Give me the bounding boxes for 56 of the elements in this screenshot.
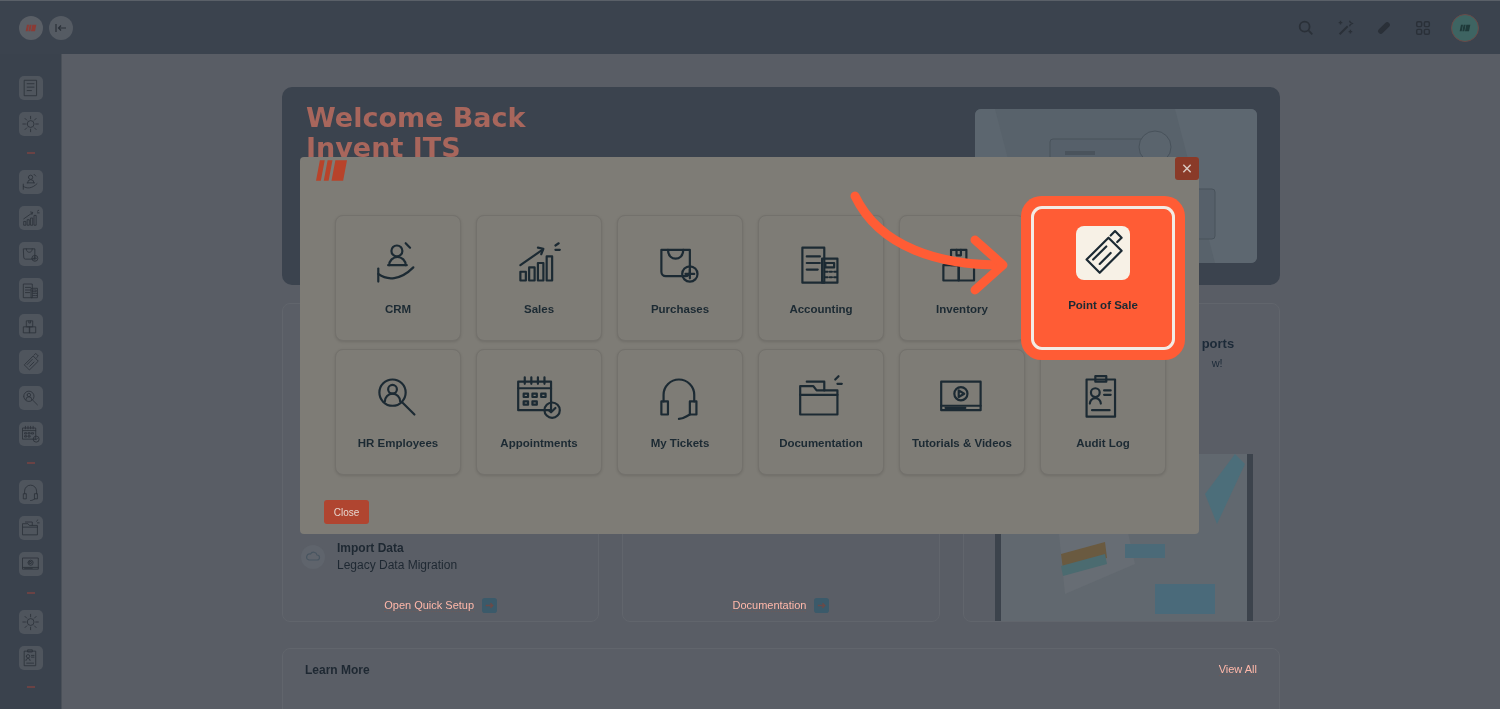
gear-icon bbox=[21, 115, 40, 133]
calculator-icon bbox=[21, 281, 40, 299]
user-avatar[interactable] bbox=[1451, 13, 1479, 42]
sidebar-button[interactable] bbox=[18, 386, 43, 410]
sidebar-button[interactable] bbox=[18, 76, 43, 100]
view-all-link[interactable]: View All bbox=[1218, 663, 1257, 676]
bag-plus-icon bbox=[21, 245, 40, 263]
logo-avatar[interactable] bbox=[19, 15, 43, 40]
sidebar-button[interactable] bbox=[18, 610, 43, 634]
calendar-icon bbox=[21, 425, 40, 443]
collapse-sidebar-button[interactable] bbox=[49, 15, 73, 40]
app-tile[interactable]: Sales bbox=[476, 215, 602, 341]
close-icon bbox=[1181, 163, 1193, 174]
app-tile[interactable]: My Tickets bbox=[617, 349, 743, 475]
calendar-icon bbox=[516, 374, 562, 420]
learn-more-title: Learn More bbox=[305, 663, 370, 677]
folder-icon bbox=[21, 519, 40, 537]
sidebar-button[interactable] bbox=[18, 480, 43, 504]
app-tile[interactable]: Accounting bbox=[758, 215, 884, 341]
setup-subtitle: Legacy Data Migration bbox=[337, 558, 458, 572]
person-search-icon bbox=[21, 389, 40, 407]
logo-icon bbox=[316, 157, 347, 183]
sidebar-button[interactable] bbox=[18, 242, 43, 266]
video-player-icon bbox=[21, 555, 40, 573]
welcome-title: Welcome Back bbox=[306, 103, 526, 133]
card-text: w! bbox=[1210, 357, 1224, 369]
bar-chart-icon bbox=[21, 209, 40, 227]
sidebar-button[interactable] bbox=[18, 278, 43, 302]
sidebar-button[interactable] bbox=[18, 646, 43, 670]
sidebar-button[interactable] bbox=[18, 206, 43, 230]
sidebar-button[interactable] bbox=[18, 170, 43, 194]
app-tile[interactable]: CRM bbox=[335, 215, 461, 341]
card-link[interactable]: Open Quick Setup bbox=[384, 599, 475, 612]
company-name: Invent ITS bbox=[306, 133, 462, 163]
headphones-icon bbox=[21, 483, 40, 501]
app-tile[interactable]: Documentation bbox=[758, 349, 884, 475]
sidebar-button[interactable] bbox=[18, 112, 43, 136]
app-tile[interactable]: Tutorials & Videos bbox=[899, 349, 1025, 475]
document-icon bbox=[21, 79, 40, 97]
person-hand-icon bbox=[21, 173, 40, 191]
app-tile[interactable]: Purchases bbox=[617, 215, 743, 341]
close-button[interactable] bbox=[1175, 157, 1199, 180]
card-terminal-icon bbox=[21, 353, 40, 371]
app-tile[interactable]: HR Employees bbox=[335, 349, 461, 475]
sidebar-button[interactable] bbox=[18, 422, 43, 446]
sidebar-button[interactable] bbox=[18, 552, 43, 576]
sidebar-button[interactable] bbox=[18, 516, 43, 540]
setup-title: Import Data bbox=[337, 541, 405, 555]
collapse-icon bbox=[55, 22, 67, 33]
app-tile[interactable]: Appointments bbox=[476, 349, 602, 475]
card-link[interactable]: Documentation bbox=[732, 599, 807, 612]
close-button[interactable]: Close bbox=[324, 500, 369, 524]
card-heading: ports bbox=[1201, 336, 1235, 351]
sidebar-button[interactable] bbox=[18, 314, 43, 338]
sidebar-button[interactable] bbox=[18, 350, 43, 374]
gear-icon bbox=[21, 613, 40, 631]
